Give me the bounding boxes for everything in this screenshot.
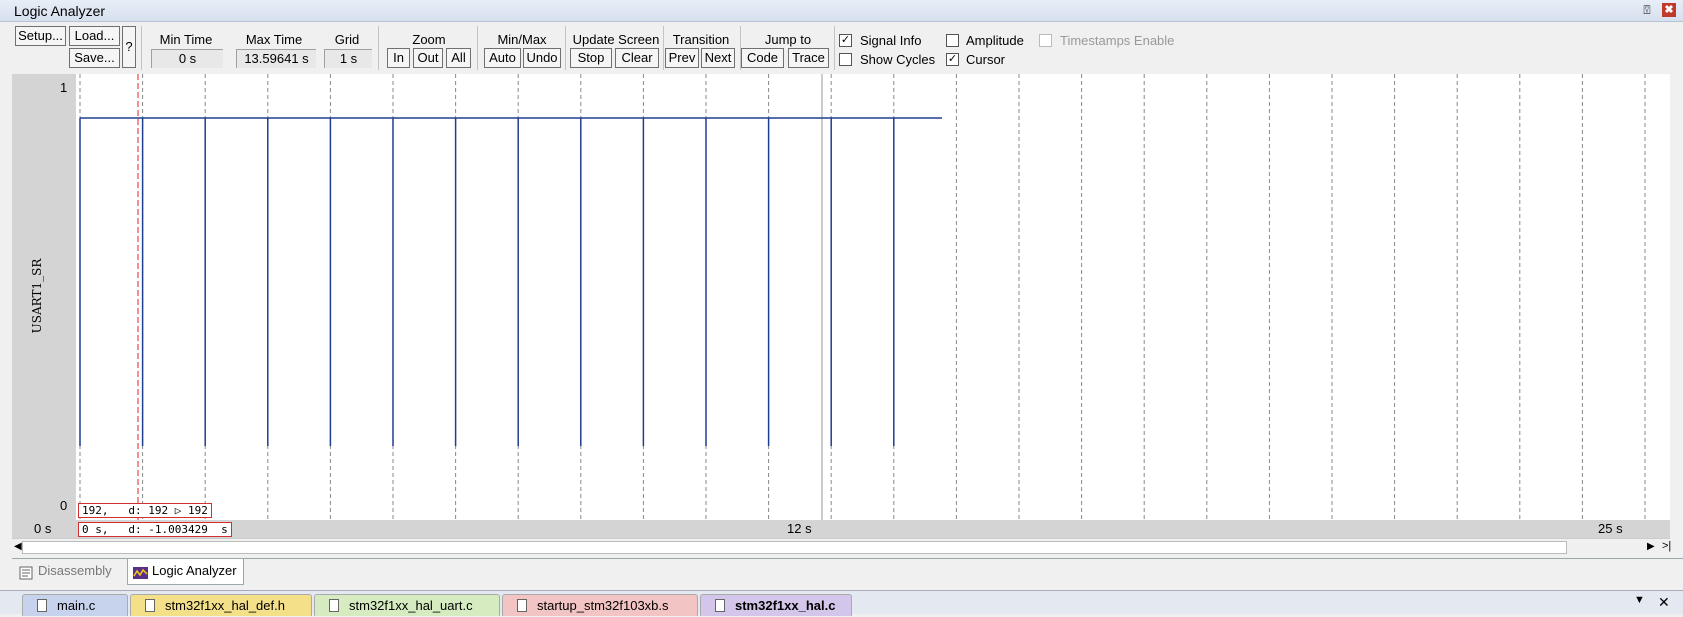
file-icon (517, 599, 527, 612)
cursor-checkbox[interactable]: ✓ (946, 53, 959, 66)
transition-label: Transition (672, 32, 730, 47)
zoom-all-button[interactable]: All (446, 48, 471, 68)
signal-trace (79, 117, 942, 446)
tab-label: Disassembly (38, 563, 112, 578)
window-title: Logic Analyzer (14, 3, 106, 19)
zoom-label: Zoom (412, 32, 446, 47)
cursor-value-readout: 192, d: 192 ▷ 192 (78, 503, 212, 518)
close-file-icon[interactable]: ✕ (1658, 594, 1670, 611)
y-max-label: 1 (60, 80, 68, 95)
cursor-label: Cursor (966, 52, 1006, 67)
zoom-in-button[interactable]: In (387, 48, 410, 68)
tab-disassembly[interactable]: Disassembly (14, 559, 118, 585)
close-icon[interactable]: ✖ (1662, 3, 1676, 17)
undo-button[interactable]: Undo (523, 48, 561, 68)
trace-button[interactable]: Trace (788, 48, 829, 68)
logic-analyzer-icon (133, 564, 149, 579)
separator (477, 26, 478, 70)
file-tab-label: stm32f1xx_hal_def.h (165, 598, 285, 613)
file-icon (145, 599, 155, 612)
file-tab-bar: main.c stm32f1xx_hal_def.h stm32f1xx_hal… (0, 590, 1683, 616)
file-tab-hal-uart-c[interactable]: stm32f1xx_hal_uart.c (314, 594, 500, 616)
file-tab-hal-def-h[interactable]: stm32f1xx_hal_def.h (130, 594, 312, 616)
jump-to-label: Jump to (764, 32, 812, 47)
time-end-label: 25 s (1598, 521, 1623, 536)
bottom-tab-bar: Disassembly Logic Analyzer (12, 558, 1683, 586)
show-cycles-checkbox[interactable] (839, 53, 852, 66)
grid-label: Grid (334, 32, 360, 47)
file-tab-label: stm32f1xx_hal_uart.c (349, 598, 473, 613)
scroll-right-icon[interactable]: ▶ (1647, 541, 1655, 552)
timestamps-label: Timestamps Enable (1060, 33, 1175, 48)
waveform-plot[interactable]: 1 USART1_SR 0 192, d: 192 ▷ 192 (12, 74, 1670, 520)
signal-name[interactable]: USART1_SR (30, 241, 44, 351)
title-bar: Logic Analyzer ⍔ ✖ (0, 0, 1683, 22)
file-icon (715, 599, 725, 612)
save-button[interactable]: Save... (69, 48, 120, 68)
update-screen-label: Update Screen (572, 32, 660, 47)
time-start-label: 0 s (34, 521, 52, 536)
file-icon (37, 599, 47, 612)
file-tab-label: startup_stm32f103xb.s (537, 598, 669, 613)
amplitude-label: Amplitude (966, 33, 1024, 48)
separator (663, 26, 664, 70)
code-button[interactable]: Code (741, 48, 784, 68)
min-time-label: Min Time (159, 32, 213, 47)
y-min-label: 0 (60, 498, 68, 513)
waveform-canvas[interactable] (76, 74, 1670, 520)
disassembly-icon (19, 564, 35, 580)
amplitude-checkbox[interactable] (946, 34, 959, 47)
max-time-label: Max Time (245, 32, 303, 47)
scroll-thumb[interactable] (22, 541, 1567, 554)
signal-name-strip: 1 USART1_SR 0 (12, 74, 76, 520)
load-button[interactable]: Load... (69, 26, 120, 46)
help-button[interactable]: ? (122, 26, 136, 68)
setup-button[interactable]: Setup... (15, 26, 66, 46)
clear-button[interactable]: Clear (615, 48, 659, 68)
separator (141, 26, 142, 70)
scroll-left-icon[interactable]: ◀ (14, 541, 22, 552)
tab-logic-analyzer[interactable]: Logic Analyzer (127, 559, 244, 585)
scroll-end-icon[interactable]: >| (1662, 540, 1671, 552)
file-tab-label: stm32f1xx_hal.c (735, 598, 836, 613)
file-tab-startup-s[interactable]: startup_stm32f103xb.s (502, 594, 698, 616)
separator (378, 26, 379, 70)
dropdown-icon[interactable]: ▼ (1634, 594, 1645, 606)
next-button[interactable]: Next (701, 48, 735, 68)
signal-info-checkbox[interactable]: ✓ (839, 34, 852, 47)
separator (834, 26, 835, 70)
tab-label: Logic Analyzer (152, 563, 237, 578)
min-time-value: 0 s (151, 49, 223, 68)
time-mid-label: 12 s (787, 521, 812, 536)
horizontal-scrollbar[interactable]: ◀ ▶ >| (12, 538, 1671, 556)
prev-button[interactable]: Prev (665, 48, 699, 68)
timestamps-checkbox (1039, 34, 1052, 47)
cursor-time-readout: 0 s, d: -1.003429 s (78, 522, 232, 537)
zoom-out-button[interactable]: Out (413, 48, 443, 68)
stop-button[interactable]: Stop (570, 48, 612, 68)
toolbar: Setup... Load... Save... ? Min Time 0 s … (12, 23, 1683, 73)
grid-value: 1 s (324, 49, 372, 68)
show-cycles-label: Show Cycles (860, 52, 936, 67)
file-tab-main-c[interactable]: main.c (22, 594, 128, 616)
file-tab-hal-c[interactable]: stm32f1xx_hal.c (700, 594, 852, 616)
auto-button[interactable]: Auto (484, 48, 521, 68)
grid-lines (79, 74, 1646, 520)
max-time-value: 13.59641 s (236, 49, 316, 68)
pin-icon[interactable]: ⍔ (1640, 3, 1654, 17)
file-tab-label: main.c (57, 598, 96, 613)
signal-info-label: Signal Info (860, 33, 922, 48)
time-axis: 0 s 12 s 25 s 0 s, d: -1.003429 s (12, 520, 1670, 538)
file-icon (329, 599, 339, 612)
minmax-label: Min/Max (497, 32, 547, 47)
